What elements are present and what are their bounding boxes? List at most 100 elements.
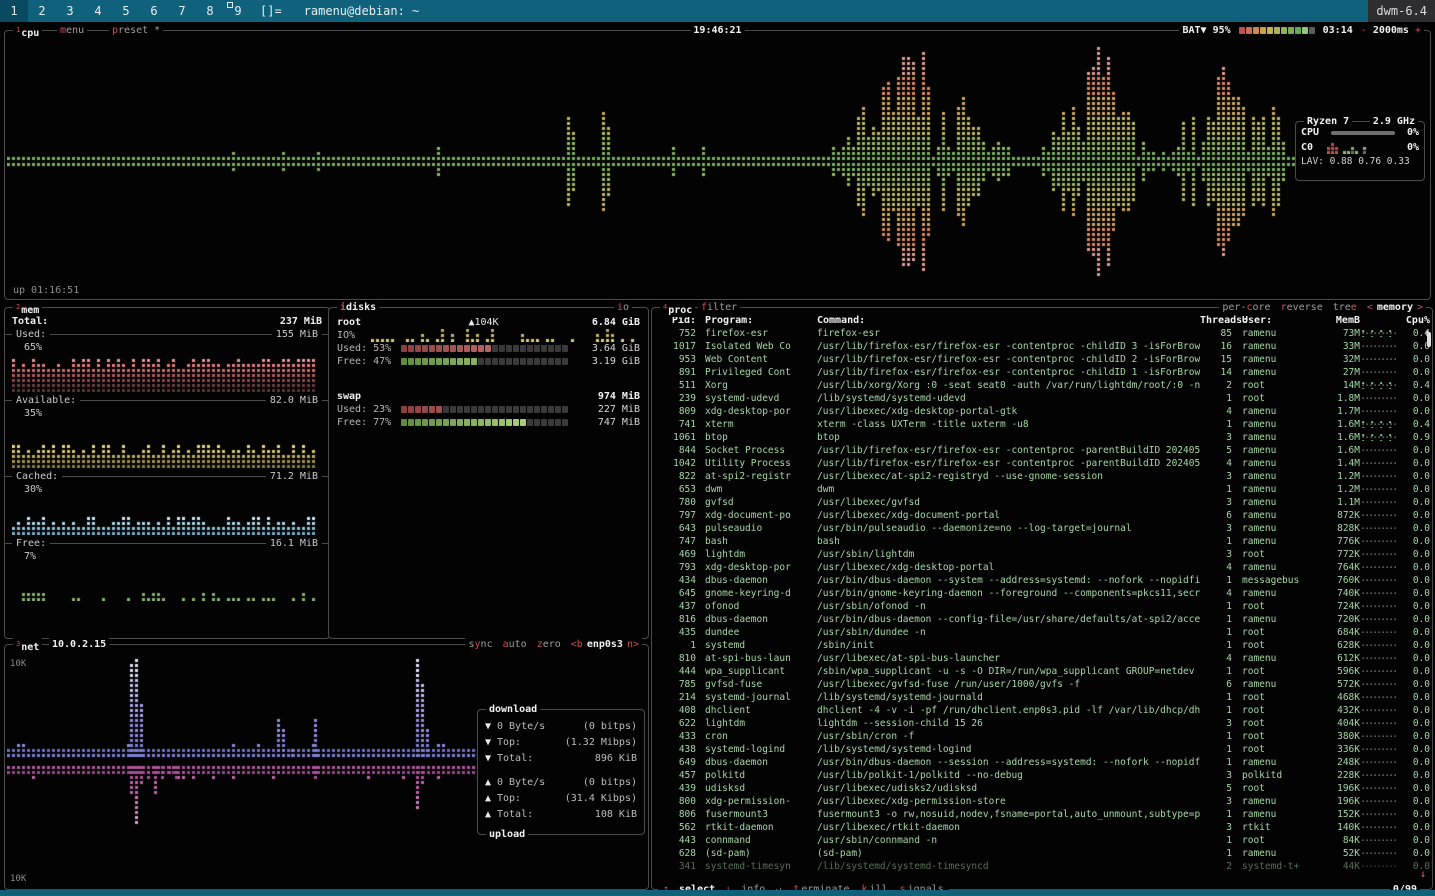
disk-root-io-label: IO% (337, 329, 371, 342)
disks-panel: idisks io root ▲104K 6.84 GiB IO% Used: … (328, 307, 649, 639)
process-row[interactable]: 457polkitd/usr/lib/polkit-1/polkitd --no… (652, 769, 1432, 782)
preset-button[interactable]: preset * (109, 24, 163, 37)
process-row[interactable]: 469lightdm/usr/sbin/lightdm3root772K0.0 (652, 548, 1432, 561)
dwm-tag-3[interactable]: 3 (56, 0, 84, 22)
dwm-tag-7[interactable]: 7 (168, 0, 196, 22)
btop-terminal: 1cpu menu preset * 19:46:21 BAT▼ 95% 03:… (0, 22, 1435, 890)
dwm-tag-2[interactable]: 2 (28, 0, 56, 22)
process-row[interactable]: 806fusermount3fusermount3 -o rw,nosuid,n… (652, 808, 1432, 821)
upload-rate: 0 Byte/s (497, 777, 545, 788)
battery-meter (1239, 27, 1315, 34)
download-icon: ▼ (485, 753, 497, 764)
process-row[interactable]: 433cron/usr/sbin/cron -f1root380K0.0 (652, 730, 1432, 743)
process-row[interactable]: 785gvfsd-fuse/usr/libexec/gvfsd-fuse /ru… (652, 678, 1432, 691)
menu-button[interactable]: menu (57, 24, 87, 37)
scrollbar-thumb[interactable] (1427, 332, 1431, 347)
auto-button[interactable]: auto (503, 638, 527, 651)
process-row[interactable]: 752firefox-esrfirefox-esr85ramenu73M0.4 (652, 327, 1432, 340)
process-row[interactable]: 341systemd-timesyn/lib/systemd/systemd-t… (652, 860, 1432, 873)
process-row[interactable]: 622lightdmlightdm --session-child 15 263… (652, 717, 1432, 730)
upload-rate-bits: (0 bitps) (583, 777, 637, 788)
process-row[interactable]: 1systemd/sbin/init1root628K0.0 (652, 639, 1432, 652)
interface-switcher[interactable]: <benp0s3n> (571, 638, 639, 651)
process-row[interactable]: 438systemd-logind/lib/systemd/systemd-lo… (652, 743, 1432, 756)
process-row[interactable]: 511Xorg/usr/lib/xorg/Xorg :0 -seat seat0… (652, 379, 1432, 392)
process-row[interactable]: 643pulseaudio/usr/bin/pulseaudio --daemo… (652, 522, 1432, 535)
mem-used-row: Used: 155 MiB (12, 328, 322, 341)
per-core-button[interactable]: per-core (1222, 301, 1270, 314)
column-memb[interactable]: MemB (1316, 314, 1360, 327)
sync-button[interactable]: sync (468, 638, 492, 651)
column-program[interactable]: Program: (705, 314, 813, 327)
process-row[interactable]: 780gvfsd/usr/libexec/gvfsd3ramenu1.1M0.0 (652, 496, 1432, 509)
net-box-title: 3net (13, 638, 42, 654)
process-cpu-graph (1362, 564, 1396, 571)
column-threads[interactable]: Threads: (1200, 314, 1232, 327)
process-row[interactable]: 1061btopbtop3ramenu1.6M0.9 (652, 431, 1432, 444)
process-cpu-graph (1362, 408, 1396, 415)
process-row[interactable]: 435dundee/usr/sbin/dundee -n1root684K0.0 (652, 626, 1432, 639)
process-cpu-graph (1362, 681, 1396, 688)
dwm-bar: 123456789 []= ramenu@debian: ~ dwm-6.4 (0, 0, 1435, 22)
download-icon: ▼ (485, 721, 497, 732)
process-cpu-graph (1362, 616, 1396, 623)
process-row[interactable]: 434dbus-daemon/usr/bin/dbus-daemon --sys… (652, 574, 1432, 587)
process-row[interactable]: 444wpa_supplicant/sbin/wpa_supplicant -u… (652, 665, 1432, 678)
process-row[interactable]: 797xdg-document-po/usr/libexec/xdg-docum… (652, 509, 1432, 522)
upload-top-value: (31.4 Kibps) (565, 793, 637, 804)
process-row[interactable]: 645gnome-keyring-d/usr/bin/gnome-keyring… (652, 587, 1432, 600)
process-row[interactable]: 816dbus-daemon/usr/bin/dbus-daemon --con… (652, 613, 1432, 626)
process-row[interactable]: 953Web Content/usr/lib/firefox-esr/firef… (652, 353, 1432, 366)
process-row[interactable]: 439udisksd/usr/libexec/udisks2/udisksd5r… (652, 782, 1432, 795)
refresh-decrease-button[interactable]: - (1361, 25, 1367, 36)
sort-selector[interactable]: <memory> (1367, 301, 1423, 314)
process-row[interactable]: 239systemd-udevd/lib/systemd/systemd-ude… (652, 392, 1432, 405)
dwm-layout-symbol[interactable]: []= (252, 0, 290, 22)
process-row[interactable]: 1017Isolated Web Co/usr/lib/firefox-esr/… (652, 340, 1432, 353)
process-row[interactable]: 214systemd-journal/lib/systemd/systemd-j… (652, 691, 1432, 704)
net-info-subpanel: download upload ▼ 0 Byte/s (0 bitps) ▼ T… (477, 709, 645, 835)
process-row[interactable]: 653dwmdwm1ramenu1.2M0.0 (652, 483, 1432, 496)
column-command[interactable]: Command: (817, 314, 1200, 327)
process-cpu-graph (1362, 330, 1396, 337)
process-cpu-graph (1362, 538, 1396, 545)
process-row[interactable]: 810at-spi-bus-laun/usr/libexec/at-spi-bu… (652, 652, 1432, 665)
mem-cached-percent: 30% (12, 483, 322, 496)
zero-button[interactable]: zero (537, 638, 561, 651)
process-row[interactable]: 891Privileged Cont/usr/lib/firefox-esr/f… (652, 366, 1432, 379)
process-row[interactable]: 844Socket Process/usr/lib/firefox-esr/fi… (652, 444, 1432, 457)
dwm-tag-8[interactable]: 8 (196, 0, 224, 22)
cpu-model: Ryzen 7 (1304, 115, 1352, 128)
dwm-tag-4[interactable]: 4 (84, 0, 112, 22)
mem-used-label: Used: (12, 328, 50, 341)
reverse-button[interactable]: reverse (1281, 301, 1323, 314)
process-row[interactable]: 747bashbash1ramenu776K0.0 (652, 535, 1432, 548)
process-cpu-graph (1362, 499, 1396, 506)
process-row[interactable]: 562rtkit-daemon/usr/libexec/rtkit-daemon… (652, 821, 1432, 834)
dwm-tag-9[interactable]: 9 (224, 0, 252, 22)
mem-free-row: Free: 16.1 MiB (12, 537, 322, 550)
column-cpu[interactable]: Cpu% ↑ (1398, 314, 1430, 327)
process-row[interactable]: 437ofonod/usr/sbin/ofonod -n1root724K0.0 (652, 600, 1432, 613)
process-row[interactable]: 408dhclientdhclient -4 -v -i -pf /run/dh… (652, 704, 1432, 717)
filter-button[interactable]: filter (698, 301, 740, 314)
process-row[interactable]: 649dbus-daemon/usr/bin/dbus-daemon --ses… (652, 756, 1432, 769)
process-row[interactable]: 800xdg-permission-/usr/libexec/xdg-permi… (652, 795, 1432, 808)
column-user[interactable]: User: (1242, 314, 1316, 327)
process-row[interactable]: 822at-spi2-registr/usr/libexec/at-spi2-r… (652, 470, 1432, 483)
process-cpu-graph (1362, 395, 1396, 402)
dwm-tag-1[interactable]: 1 (0, 0, 28, 22)
tree-button[interactable]: tree (1333, 301, 1357, 314)
process-row[interactable]: 628(sd-pam)(sd-pam)1ramenu52K0.0 (652, 847, 1432, 860)
process-cpu-graph (1362, 421, 1396, 428)
process-row[interactable]: 809xdg-desktop-por/usr/libexec/xdg-deskt… (652, 405, 1432, 418)
refresh-increase-button[interactable]: + (1415, 25, 1421, 36)
dwm-tag-6[interactable]: 6 (140, 0, 168, 22)
process-row[interactable]: 1042Utility Process/usr/lib/firefox-esr/… (652, 457, 1432, 470)
process-row[interactable]: 741xtermxterm -class UXTerm -title uxter… (652, 418, 1432, 431)
process-row[interactable]: 793xdg-desktop-por/usr/libexec/xdg-deskt… (652, 561, 1432, 574)
process-cpu-graph (1362, 642, 1396, 649)
dwm-tag-5[interactable]: 5 (112, 0, 140, 22)
process-row[interactable]: 443connmand/usr/sbin/connmand -n1root84K… (652, 834, 1432, 847)
scroll-down-icon[interactable]: ↓ (1420, 869, 1426, 880)
